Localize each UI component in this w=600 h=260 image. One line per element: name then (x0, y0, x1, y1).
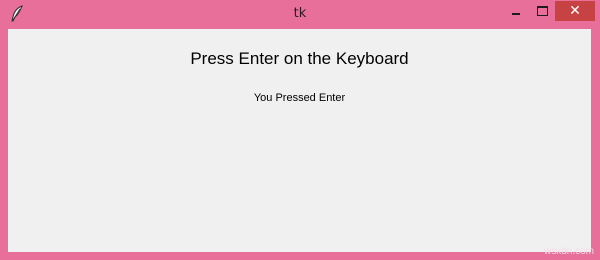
maximize-button[interactable] (529, 1, 555, 21)
window-client-area: Press Enter on the Keyboard You Pressed … (8, 29, 591, 252)
minimize-icon (512, 13, 520, 15)
message-label: You Pressed Enter (253, 92, 346, 104)
app-window: tk ✕ Press Enter on the Keyboard You Pre… (0, 0, 600, 260)
title-bar[interactable]: tk ✕ (0, 0, 600, 28)
heading-label: Press Enter on the Keyboard (190, 49, 409, 68)
close-icon: ✕ (569, 3, 581, 19)
maximize-icon (537, 6, 548, 16)
minimize-button[interactable] (503, 1, 529, 21)
watermark: wsxdn.com (543, 246, 594, 257)
close-button[interactable]: ✕ (555, 1, 595, 21)
